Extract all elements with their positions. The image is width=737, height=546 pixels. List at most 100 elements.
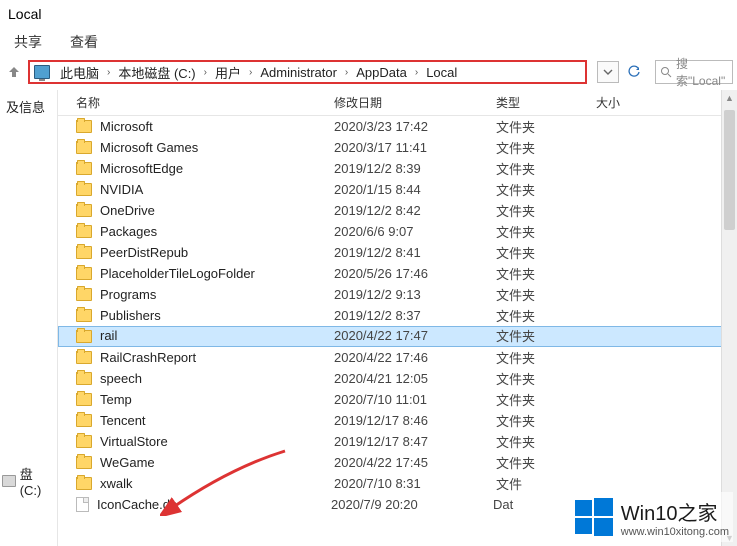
file-date: 2020/4/21 12:05	[334, 371, 496, 386]
column-header-type[interactable]: 类型	[496, 94, 596, 111]
nav-up-button[interactable]	[4, 62, 24, 82]
folder-icon	[76, 225, 92, 238]
file-type: 文件夹	[496, 264, 596, 283]
file-name: RailCrashReport	[100, 350, 334, 365]
file-row[interactable]: speech2020/4/21 12:05文件夹	[58, 368, 737, 389]
crumb-users[interactable]: 用户	[211, 63, 245, 82]
file-row[interactable]: VirtualStore2019/12/17 8:47文件夹	[58, 431, 737, 452]
column-header-size[interactable]: 大小	[596, 94, 676, 111]
file-name: OneDrive	[100, 203, 334, 218]
file-type: 文件夹	[496, 285, 596, 304]
file-row[interactable]: rail2020/4/22 17:47文件夹	[58, 326, 737, 347]
folder-icon	[76, 267, 92, 280]
chevron-right-icon[interactable]: ›	[341, 67, 352, 78]
file-type: 文件夹	[496, 306, 596, 325]
file-row[interactable]: MicrosoftEdge2019/12/2 8:39文件夹	[58, 158, 737, 179]
chevron-right-icon[interactable]: ›	[103, 67, 114, 78]
file-row[interactable]: xwalk2020/7/10 8:31文件	[58, 473, 737, 494]
folder-icon	[76, 414, 92, 427]
file-type: 文件夹	[496, 180, 596, 199]
file-date: 2019/12/17 8:46	[334, 413, 496, 428]
file-row[interactable]: RailCrashReport2020/4/22 17:46文件夹	[58, 347, 737, 368]
file-row[interactable]: Tencent2019/12/17 8:46文件夹	[58, 410, 737, 431]
crumb-appdata[interactable]: AppData	[352, 65, 411, 80]
file-type: 文件夹	[496, 222, 596, 241]
file-date: 2020/4/22 17:47	[334, 328, 496, 343]
file-type: 文件夹	[496, 138, 596, 157]
file-row[interactable]: Temp2020/7/10 11:01文件夹	[58, 389, 737, 410]
file-list-area: 名称 修改日期 类型 大小 Microsoft2020/3/23 17:42文件…	[58, 90, 737, 546]
file-row[interactable]: Publishers2019/12/2 8:37文件夹	[58, 305, 737, 326]
vertical-scrollbar[interactable]: ▲ ▼	[721, 90, 737, 546]
folder-icon	[76, 183, 92, 196]
file-name: Programs	[100, 287, 334, 302]
menu-share[interactable]: 共享	[0, 28, 56, 56]
file-name: Publishers	[100, 308, 334, 323]
file-row[interactable]: WeGame2020/4/22 17:45文件夹	[58, 452, 737, 473]
folder-icon	[76, 330, 92, 343]
crumb-drive-c[interactable]: 本地磁盘 (C:)	[114, 63, 199, 82]
file-row[interactable]: Packages2020/6/6 9:07文件夹	[58, 221, 737, 242]
menu-view[interactable]: 查看	[56, 28, 112, 56]
file-date: 2020/7/10 11:01	[334, 392, 496, 407]
crumb-local[interactable]: Local	[422, 65, 461, 80]
file-name: Microsoft	[100, 119, 334, 134]
file-date: 2020/4/22 17:46	[334, 350, 496, 365]
file-date: 2020/4/22 17:45	[334, 455, 496, 470]
search-input[interactable]: 搜索"Local"	[655, 60, 733, 84]
file-row[interactable]: Programs2019/12/2 9:13文件夹	[58, 284, 737, 305]
this-pc-icon	[34, 65, 50, 79]
crumb-this-pc[interactable]: 此电脑	[56, 63, 103, 82]
file-date: 2019/12/2 8:41	[334, 245, 496, 260]
file-name: rail	[100, 328, 334, 343]
folder-icon	[76, 372, 92, 385]
sidebar-drive-c[interactable]: 盘 (C:)	[2, 464, 57, 498]
search-icon	[660, 66, 672, 78]
file-row[interactable]: OneDrive2019/12/2 8:42文件夹	[58, 200, 737, 221]
refresh-button[interactable]	[623, 61, 645, 83]
column-headers: 名称 修改日期 类型 大小	[58, 90, 737, 116]
file-row[interactable]: PeerDistRepub2019/12/2 8:41文件夹	[58, 242, 737, 263]
file-type: 文件夹	[496, 390, 596, 409]
chevron-right-icon[interactable]: ›	[245, 67, 256, 78]
scroll-up-icon[interactable]: ▲	[722, 90, 737, 106]
file-date: 2020/3/17 11:41	[334, 140, 496, 155]
file-date: 2020/7/9 20:20	[331, 497, 493, 512]
folder-icon	[76, 456, 92, 469]
scrollbar-thumb[interactable]	[724, 110, 735, 230]
file-row[interactable]: PlaceholderTileLogoFolder2020/5/26 17:46…	[58, 263, 737, 284]
folder-icon	[76, 477, 92, 490]
sidebar: 及信息 盘 (C:)	[0, 90, 58, 546]
navigation-bar: 此电脑 › 本地磁盘 (C:) › 用户 › Administrator › A…	[0, 58, 737, 86]
file-row[interactable]: Microsoft2020/3/23 17:42文件夹	[58, 116, 737, 137]
windows-logo-icon	[573, 496, 615, 538]
file-name: MicrosoftEdge	[100, 161, 334, 176]
history-dropdown-button[interactable]	[597, 61, 619, 83]
file-type: 文件夹	[496, 117, 596, 136]
column-header-name[interactable]: 名称	[76, 94, 334, 111]
file-name: Packages	[100, 224, 334, 239]
watermark-url: www.win10xitong.com	[621, 526, 729, 538]
file-type: 文件夹	[496, 369, 596, 388]
column-header-modified[interactable]: 修改日期	[334, 94, 496, 111]
file-type: 文件	[496, 474, 596, 493]
file-date: 2020/7/10 8:31	[334, 476, 496, 491]
file-row[interactable]: NVIDIA2020/1/15 8:44文件夹	[58, 179, 737, 200]
file-type: 文件夹	[496, 243, 596, 262]
file-row[interactable]: Microsoft Games2020/3/17 11:41文件夹	[58, 137, 737, 158]
file-date: 2019/12/2 8:42	[334, 203, 496, 218]
folder-icon	[76, 204, 92, 217]
file-name: Temp	[100, 392, 334, 407]
file-icon	[76, 497, 89, 512]
file-type: 文件夹	[496, 201, 596, 220]
crumb-administrator[interactable]: Administrator	[256, 65, 341, 80]
file-date: 2020/3/23 17:42	[334, 119, 496, 134]
chevron-right-icon[interactable]: ›	[200, 67, 211, 78]
breadcrumb[interactable]: 此电脑 › 本地磁盘 (C:) › 用户 › Administrator › A…	[28, 60, 587, 84]
file-date: 2020/1/15 8:44	[334, 182, 496, 197]
file-name: Microsoft Games	[100, 140, 334, 155]
chevron-right-icon[interactable]: ›	[411, 67, 422, 78]
file-type: 文件夹	[496, 453, 596, 472]
file-name: Tencent	[100, 413, 334, 428]
sidebar-item[interactable]: 及信息	[0, 90, 57, 123]
